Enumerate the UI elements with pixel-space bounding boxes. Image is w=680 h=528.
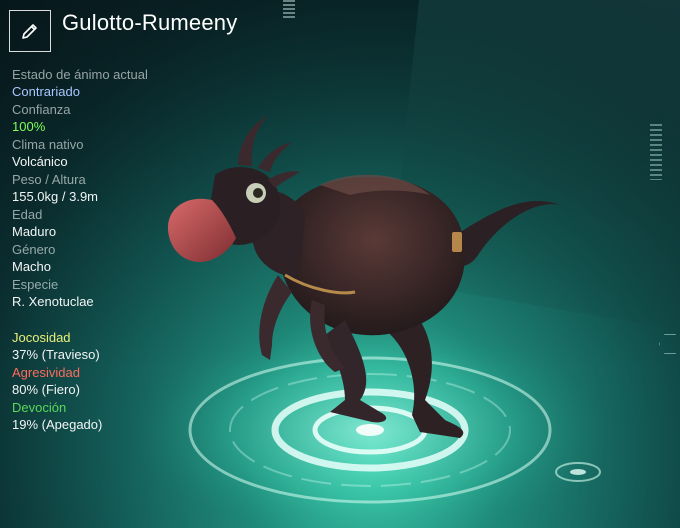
creature-stats: Estado de ánimo actual Contrariado Confi… xyxy=(12,66,232,311)
trait-label: Agresividad xyxy=(12,365,80,380)
stat-climate: Clima nativo Volcánico xyxy=(12,136,232,170)
trait-playfulness: Jocosidad 37% (Travieso) xyxy=(12,329,232,363)
trait-value: 80% (Fiero) xyxy=(12,382,80,397)
trait-aggression: Agresividad 80% (Fiero) xyxy=(12,364,232,398)
stat-label: Estado de ánimo actual xyxy=(12,67,148,82)
trait-label: Devoción xyxy=(12,400,67,415)
stat-value: 155.0kg / 3.9m xyxy=(12,189,98,204)
stat-label: Especie xyxy=(12,277,59,292)
stat-trust: Confianza 100% xyxy=(12,101,232,135)
trait-value: 19% (Apegado) xyxy=(12,417,103,432)
stat-value: Maduro xyxy=(12,224,57,239)
stat-label: Peso / Altura xyxy=(12,172,86,187)
trait-label: Jocosidad xyxy=(12,330,71,345)
stat-value: R. Xenotuclae xyxy=(12,294,94,309)
stat-value: Macho xyxy=(12,259,52,274)
stat-gender: Género Macho xyxy=(12,241,232,275)
stat-species: Especie R. Xenotuclae xyxy=(12,276,232,310)
stat-label: Género xyxy=(12,242,56,257)
stat-label: Confianza xyxy=(12,102,71,117)
stat-mood: Estado de ánimo actual Contrariado xyxy=(12,66,232,100)
stat-value: Contrariado xyxy=(12,84,80,99)
pencil-icon xyxy=(22,24,37,39)
stat-label: Clima nativo xyxy=(12,137,84,152)
trait-devotion: Devoción 19% (Apegado) xyxy=(12,399,232,433)
trait-value: 37% (Travieso) xyxy=(12,347,100,362)
stat-weight-height: Peso / Altura 155.0kg / 3.9m xyxy=(12,171,232,205)
stat-age: Edad Maduro xyxy=(12,206,232,240)
creature-traits: Jocosidad 37% (Travieso) Agresividad 80%… xyxy=(12,329,232,434)
stat-value: 100% xyxy=(12,119,46,134)
creature-name: Gulotto-Rumeeny xyxy=(62,10,238,35)
edit-name-button[interactable] xyxy=(9,10,51,52)
stat-value: Volcánico xyxy=(12,154,68,169)
stat-label: Edad xyxy=(12,207,43,222)
